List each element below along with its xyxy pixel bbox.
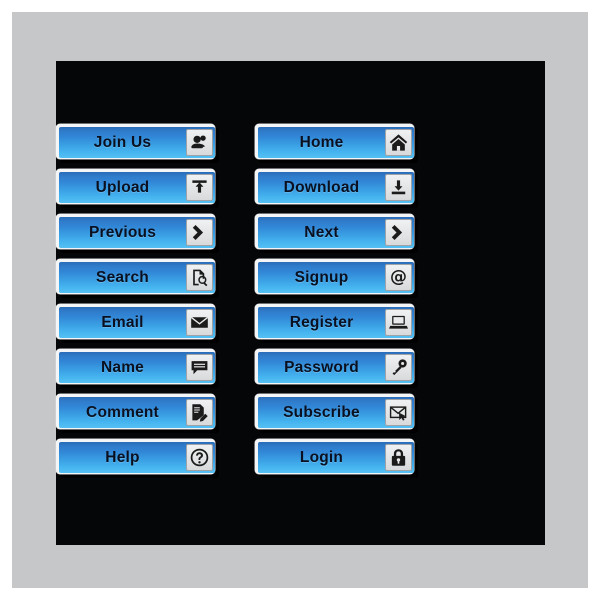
button-register[interactable]: Register [255,304,418,343]
button-icon-chip[interactable] [186,174,213,201]
button-icon-chip[interactable] [186,309,213,336]
button-icon-chip[interactable] [385,174,412,201]
button-face[interactable]: Register [258,307,414,338]
button-icon-chip[interactable]: @ [385,264,412,291]
envelope-cursor-icon [389,406,407,421]
chevron-right-icon [192,224,204,241]
button-join-us[interactable]: Join Us [56,124,219,163]
button-previous[interactable]: Previous [56,214,219,253]
padlock-icon [391,449,406,466]
button-face[interactable]: Next [258,217,414,248]
house-icon [389,134,408,151]
button-frame: Subscribe [255,394,414,429]
button-icon-chip[interactable] [186,264,213,291]
button-icon-chip[interactable] [385,354,412,381]
button-face[interactable]: Help [59,442,215,473]
button-frame: Help [56,439,215,474]
document-magnifier-icon [193,269,208,287]
button-face[interactable]: Join Us [59,127,215,158]
download-tray-icon [391,180,406,195]
button-search[interactable]: Search [56,259,219,298]
button-subscribe[interactable]: Subscribe [255,394,418,433]
button-home[interactable]: Home [255,124,418,163]
button-icon-chip[interactable] [385,219,412,246]
laptop-icon [389,315,408,329]
button-frame: Password [255,349,414,384]
button-login[interactable]: Login [255,439,418,478]
upload-tray-icon [192,180,207,193]
button-face[interactable]: Password [258,352,414,383]
button-icon-chip[interactable] [385,309,412,336]
button-upload[interactable]: Upload [56,169,219,208]
button-frame: Next [255,214,414,249]
button-next[interactable]: Next [255,214,418,253]
button-face[interactable]: Comment [59,397,215,428]
key-icon [392,359,407,376]
question-circle-icon [190,448,209,467]
button-frame: Join Us [56,124,215,159]
button-password[interactable]: Password [255,349,418,388]
button-frame: Comment [56,394,215,429]
button-frame: Name [56,349,215,384]
button-icon-chip[interactable] [385,129,412,156]
at-sign-icon: @ [390,267,407,287]
button-face[interactable]: Download [258,172,414,203]
button-icon-chip[interactable] [186,129,213,156]
button-icon-chip[interactable] [385,399,412,426]
button-signup[interactable]: Signup @ [255,259,418,298]
button-face[interactable]: Previous [59,217,215,248]
button-download[interactable]: Download [255,169,418,208]
button-face[interactable]: Name [59,352,215,383]
button-frame: Download [255,169,414,204]
button-icon-chip[interactable] [186,444,213,471]
button-icon-chip[interactable] [186,399,213,426]
button-frame: Previous [56,214,215,249]
chevron-right-icon [391,224,403,241]
note-pencil-icon [192,404,208,422]
button-face[interactable]: Upload [59,172,215,203]
button-comment[interactable]: Comment [56,394,219,433]
button-frame: Register [255,304,414,339]
button-face[interactable]: Home [258,127,414,158]
envelope-icon [190,316,209,328]
button-frame: Email [56,304,215,339]
button-frame: Home [255,124,414,159]
button-face[interactable]: Subscribe [258,397,414,428]
button-face[interactable]: Login [258,442,414,473]
button-face[interactable]: Search [59,262,215,293]
button-face[interactable]: Signup @ [258,262,414,293]
button-name[interactable]: Name [56,349,219,388]
button-face[interactable]: Email [59,307,215,338]
screenshot-stage: Join Us Upload Previous Search Email Name Comm… [0,0,600,600]
users-icon [191,135,206,149]
speech-bubble-icon [191,361,208,375]
button-frame: Upload [56,169,215,204]
button-frame: Search [56,259,215,294]
button-help[interactable]: Help [56,439,219,478]
button-icon-chip[interactable] [186,354,213,381]
button-icon-chip[interactable] [385,444,412,471]
button-icon-chip[interactable] [186,219,213,246]
button-email[interactable]: Email [56,304,219,343]
button-frame: Login [255,439,414,474]
button-frame: Signup @ [255,259,414,294]
